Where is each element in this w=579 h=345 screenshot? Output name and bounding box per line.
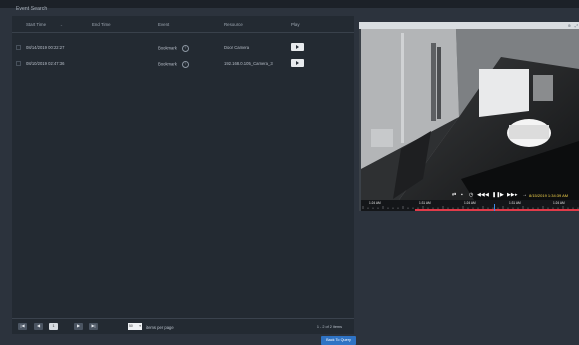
rewind-icon[interactable]: ◀◀ [477, 192, 485, 198]
skip-end-icon[interactable]: → [522, 192, 527, 198]
results-panel: Start Time ⌄ End Time Event Resource Play… [12, 16, 354, 334]
fast-forward-icon[interactable]: ▶▶ [507, 192, 515, 198]
help-icon[interactable]: ? [181, 61, 189, 68]
last-page-button[interactable]: ▶| [89, 323, 98, 330]
table-row[interactable]: 08/10/2019 02:47:36 Bookmark? 192.168.0.… [12, 55, 354, 71]
items-per-page-select[interactable]: 50 [128, 323, 142, 330]
playback-timestamp: 8/15/2019 1:34:39 AM [529, 193, 569, 198]
recording-range [415, 209, 579, 211]
timeline-label: 1:24 AM [369, 201, 381, 205]
start-time-cell: 08/10/2019 02:47:36 [26, 61, 65, 66]
step-back-icon[interactable]: ◀ [485, 192, 489, 198]
prev-page-icon: ◀ [37, 324, 40, 328]
page-number: 1 [52, 324, 55, 328]
playback-controls: ⇄ ▪ ◷ ◀◀ ◀ ❚❚ ▶ ▶▶ ▸ → 8/15/2019 1:34:39… [361, 191, 579, 200]
timeline-label: 1:31 AM [419, 201, 431, 205]
timeline-label: 1:24 AM [464, 201, 476, 205]
next-page-button[interactable]: ▶ [74, 323, 83, 330]
column-play: Play [291, 22, 300, 27]
loop-icon[interactable]: ⇄ [452, 192, 456, 198]
current-page-box[interactable]: 1 [49, 323, 58, 330]
row-select-box[interactable] [16, 45, 21, 50]
column-event[interactable]: Event [158, 22, 169, 27]
sort-indicator-icon: ⌄ [60, 23, 64, 27]
event-cell: Bookmark? [158, 45, 189, 52]
timeline-bar[interactable]: 1:24 AM 1:31 AM 1:24 AM 1:31 AM 1:24 AM [361, 200, 579, 211]
first-page-icon: |◀ [20, 324, 25, 328]
pagination-bar: |◀ ◀ 1 /1 ▶ ▶| 50 items per page 1 - 2 o… [12, 318, 354, 335]
help-icon[interactable]: ? [181, 45, 189, 52]
column-resource[interactable]: Resource [224, 22, 243, 27]
play-button[interactable] [291, 59, 304, 67]
resource-cell: 192.168.0.105_Camera_3 [224, 61, 273, 66]
camera-view-image [361, 29, 579, 211]
last-page-icon: ▶| [91, 324, 96, 328]
speed-icon[interactable]: ▸ [515, 192, 518, 198]
item-range-text: 1 - 2 of 2 items [316, 324, 342, 329]
expand-icon[interactable]: ⤢ [575, 23, 578, 28]
page-title: Event Search [16, 6, 48, 12]
timeline-label: 1:24 AM [553, 201, 565, 205]
step-forward-icon[interactable]: ▶ [500, 192, 504, 198]
clock-icon[interactable]: ◷ [469, 192, 473, 198]
table-header: Start Time ⌄ End Time Event Resource Play [12, 16, 354, 33]
video-frame[interactable]: ⇄ ▪ ◷ ◀◀ ◀ ❚❚ ▶ ▶▶ ▸ → 8/15/2019 1:34:39… [361, 29, 579, 211]
next-page-icon: ▶ [77, 324, 80, 328]
prev-page-button[interactable]: ◀ [34, 323, 43, 330]
column-end-time[interactable]: End Time [92, 22, 111, 27]
items-per-page-label: items per page [146, 324, 174, 330]
zoom-icon[interactable]: ⊕ [568, 23, 571, 28]
player-title-bar: ⊕ ⤢ [359, 22, 579, 29]
play-button[interactable] [291, 43, 304, 51]
resource-cell: Door Camera [224, 45, 250, 50]
column-start-time[interactable]: Start Time ⌄ [26, 22, 63, 27]
first-page-button[interactable]: |◀ [18, 323, 27, 330]
table-row[interactable]: 08/14/2019 00:22:27 Bookmark? Door Camer… [12, 39, 354, 55]
camera-icon[interactable]: ▪ [461, 192, 463, 198]
video-player[interactable]: ⊕ ⤢ ⇄ ▪ ◷ ◀◀ ◀ ❚❚ ▶ ▶▶ ▸ → 8/15/2019 1:3… [359, 22, 579, 211]
top-bar [0, 0, 579, 8]
event-cell: Bookmark? [158, 61, 189, 68]
start-time-cell: 08/14/2019 00:22:27 [26, 45, 65, 50]
row-select-box[interactable] [16, 61, 21, 66]
back-to-query-button[interactable]: Back To Query [321, 336, 356, 345]
timeline-label: 1:31 AM [509, 201, 521, 205]
playhead-cursor[interactable] [494, 204, 495, 211]
